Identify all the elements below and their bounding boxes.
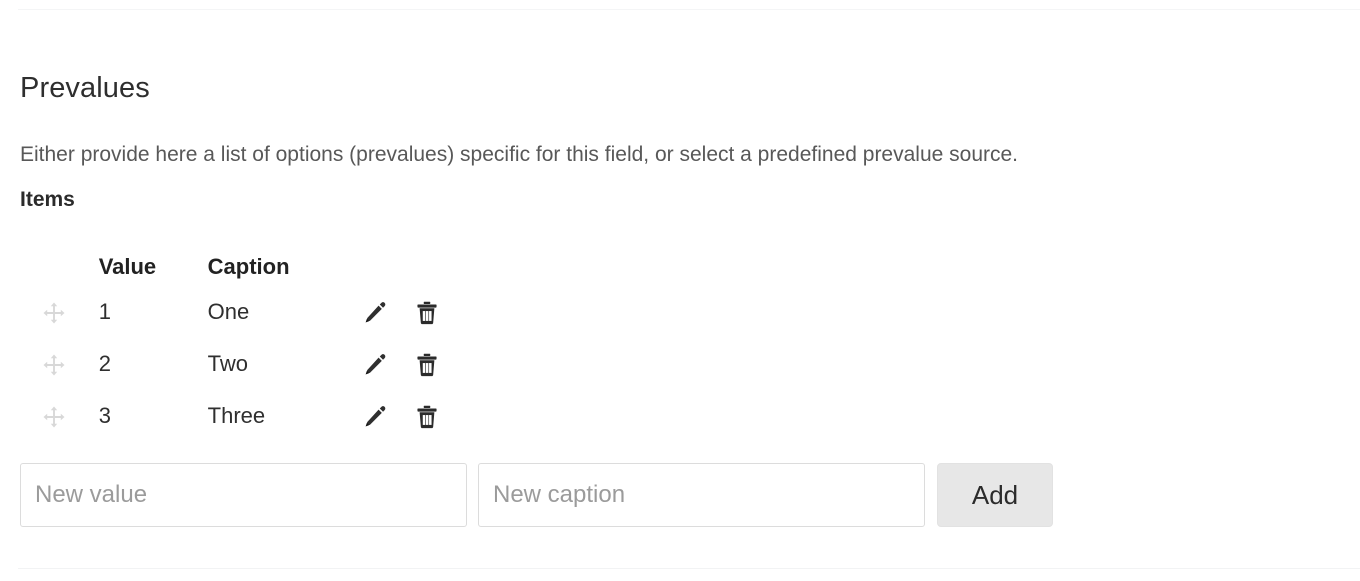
cell-value: 3 — [98, 403, 111, 428]
new-caption-input[interactable] — [478, 463, 925, 527]
edit-cell[interactable] — [362, 338, 414, 390]
trash-icon[interactable] — [414, 352, 440, 378]
add-button[interactable]: Add — [937, 463, 1053, 527]
items-label: Items — [20, 188, 75, 211]
cell-value: 2 — [98, 351, 111, 376]
trash-icon[interactable] — [414, 404, 440, 430]
prevalues-panel: Prevalues Either provide here a list of … — [0, 0, 1360, 581]
pencil-icon[interactable] — [362, 352, 388, 378]
table-row: 3 Three — [20, 390, 470, 442]
table-row: 1 One — [20, 286, 470, 338]
prevalues-table: Value Caption 1 One 2 Two 3 Three — [20, 248, 470, 442]
table-body: 1 One 2 Two 3 Three — [20, 286, 470, 442]
cell-caption: Three — [207, 403, 266, 428]
edit-cell[interactable] — [362, 390, 414, 442]
column-header-handle — [20, 248, 99, 286]
pencil-icon[interactable] — [362, 404, 388, 430]
column-header-value: Value — [98, 254, 157, 279]
edit-cell[interactable] — [362, 286, 414, 338]
cell-value: 1 — [98, 299, 111, 324]
move-icon[interactable] — [42, 353, 66, 377]
table-header-row: Value Caption — [20, 248, 470, 286]
column-header-delete — [414, 248, 470, 286]
trash-icon[interactable] — [414, 300, 440, 326]
row-drag-cell[interactable] — [20, 390, 99, 442]
move-icon[interactable] — [42, 405, 66, 429]
delete-cell[interactable] — [414, 390, 470, 442]
pencil-icon[interactable] — [362, 300, 388, 326]
row-drag-cell[interactable] — [20, 286, 99, 338]
table-row: 2 Two — [20, 338, 470, 390]
top-divider — [18, 9, 1360, 10]
cell-caption: One — [207, 299, 250, 324]
row-drag-cell[interactable] — [20, 338, 99, 390]
section-description: Either provide here a list of options (p… — [20, 143, 1019, 166]
cell-caption: Two — [207, 351, 248, 376]
delete-cell[interactable] — [414, 286, 470, 338]
column-header-caption: Caption — [207, 254, 290, 279]
add-prevalue-form: Add — [20, 463, 1060, 527]
move-icon[interactable] — [42, 301, 66, 325]
column-header-edit — [362, 248, 414, 286]
page-title: Prevalues — [20, 72, 150, 105]
delete-cell[interactable] — [414, 338, 470, 390]
new-value-input[interactable] — [20, 463, 467, 527]
bottom-divider — [18, 568, 1360, 569]
table-header: Value Caption — [20, 248, 470, 286]
